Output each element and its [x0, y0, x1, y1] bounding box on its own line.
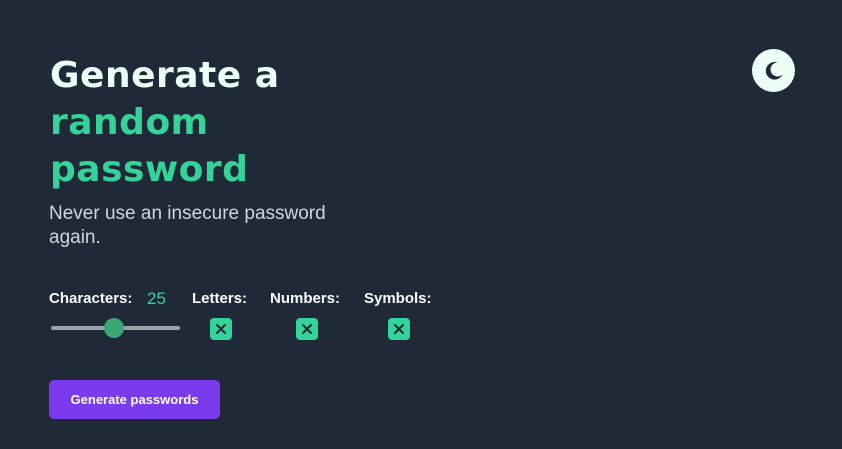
x-mark-icon	[393, 323, 405, 335]
slider-thumb[interactable]	[104, 318, 125, 338]
characters-label: Characters:	[49, 290, 133, 307]
numbers-label: Numbers:	[270, 290, 341, 307]
password-generator-page: Generate a random password Never use an …	[0, 0, 842, 449]
title-accent-line-3: password	[50, 149, 249, 190]
generate-passwords-button[interactable]: Generate passwords	[49, 380, 220, 419]
title-line-1: Generate a	[50, 55, 280, 96]
letters-checkbox[interactable]	[210, 318, 232, 340]
x-mark-icon	[215, 323, 227, 335]
page-title: Generate a random password	[50, 52, 280, 193]
x-mark-icon	[301, 323, 313, 335]
numbers-checkbox[interactable]	[296, 318, 318, 340]
characters-slider[interactable]	[51, 318, 180, 338]
letters-label: Letters:	[192, 290, 248, 307]
page-subtitle: Never use an insecure password again.	[49, 203, 326, 248]
title-accent-line-2: random	[50, 102, 209, 143]
symbols-checkbox[interactable]	[388, 318, 410, 340]
characters-value: 25	[147, 289, 166, 308]
moon-icon	[762, 59, 786, 83]
symbols-label: Symbols:	[364, 290, 432, 307]
theme-toggle-button[interactable]	[752, 49, 795, 92]
